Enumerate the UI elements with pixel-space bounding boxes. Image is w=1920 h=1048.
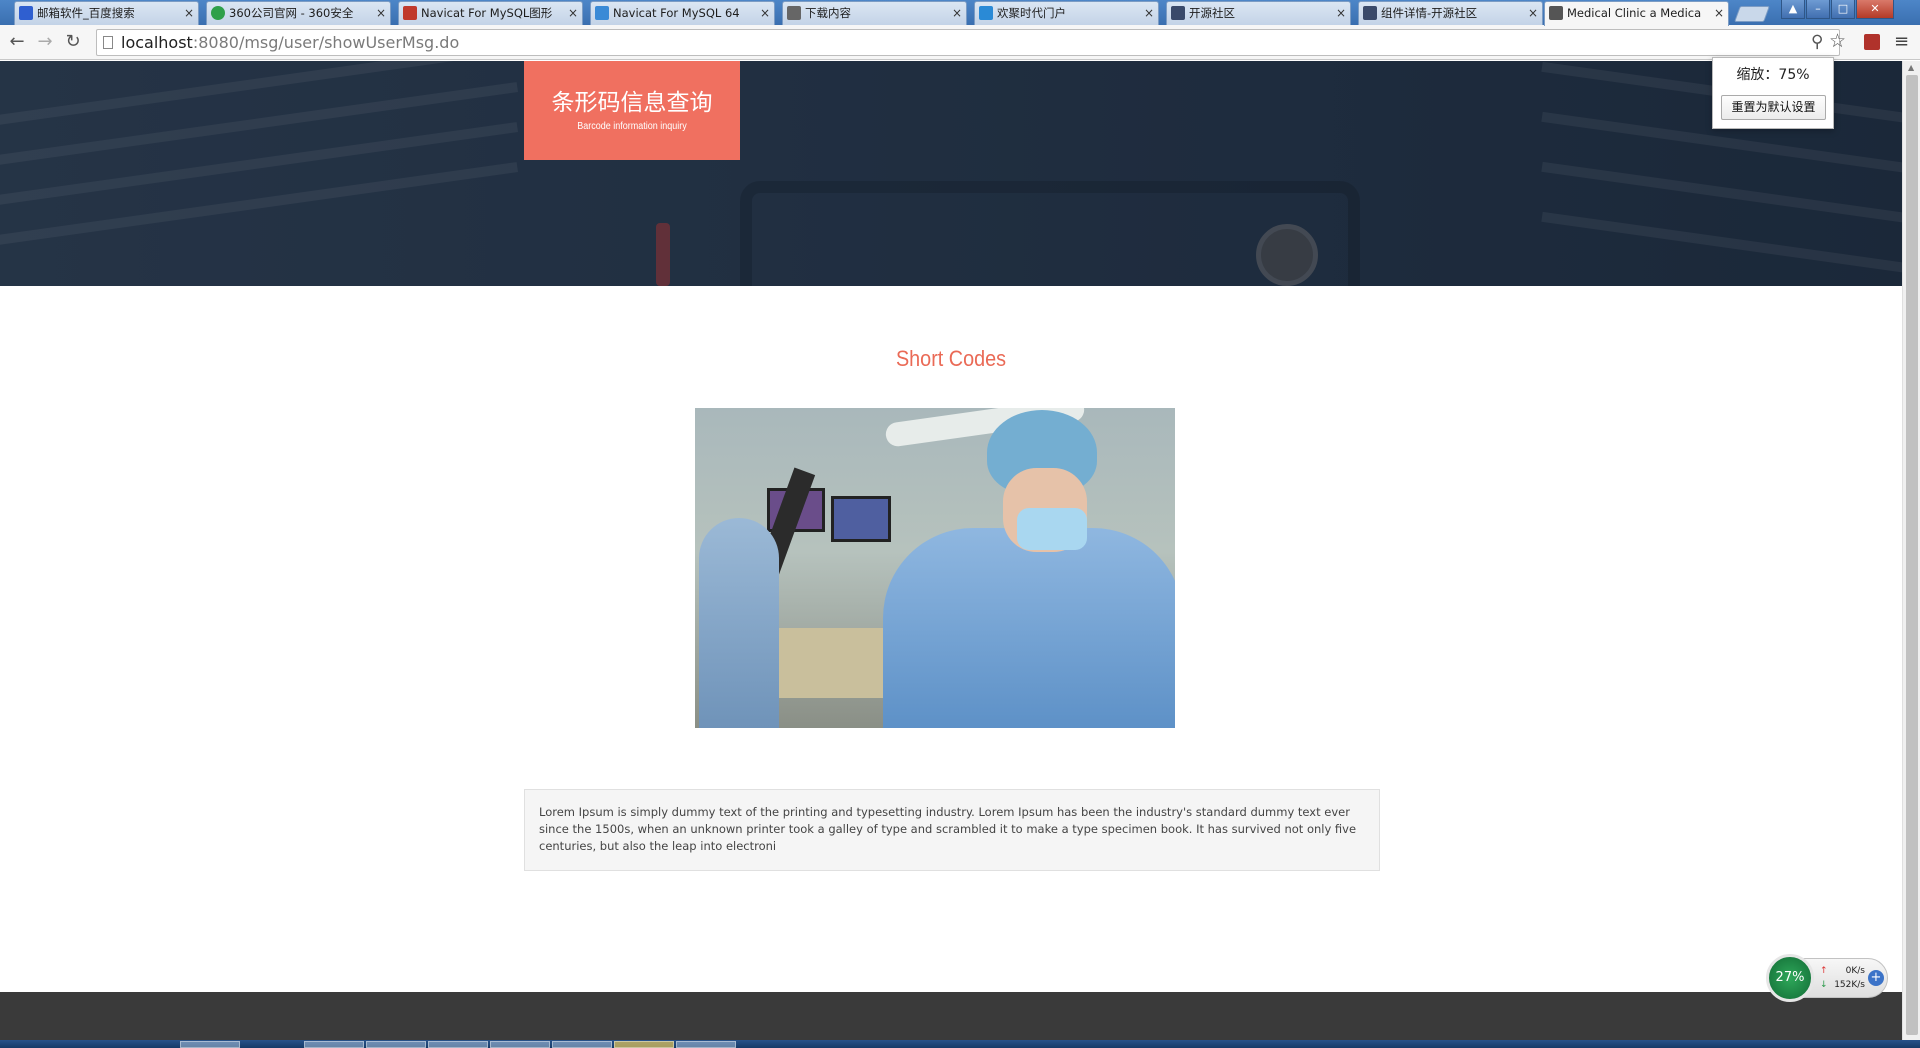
- zoom-level-text: 缩放：75%: [1736, 67, 1810, 83]
- tab-medical-clinic[interactable]: Medical Clinic a Medica ×: [1544, 1, 1729, 26]
- tab-oschina[interactable]: 开源社区 ×: [1166, 1, 1351, 25]
- forward-button[interactable]: →: [34, 31, 56, 53]
- tab-close-icon[interactable]: ×: [184, 2, 194, 24]
- tab-close-icon[interactable]: ×: [952, 2, 962, 24]
- tab-close-icon[interactable]: ×: [1528, 2, 1538, 24]
- hero-overlay: [0, 61, 1902, 286]
- taskbar-item[interactable]: [366, 1041, 426, 1048]
- navicat-favicon-icon: [403, 6, 417, 20]
- brand-subtitle: Barcode information inquiry: [577, 121, 687, 132]
- page-favicon-icon: [1549, 6, 1563, 20]
- taskbar-item[interactable]: [428, 1041, 488, 1048]
- tab-title: 开源社区: [1189, 6, 1235, 20]
- body-text: Lorem Ipsum is simply dummy text of the …: [539, 805, 1357, 853]
- paw-favicon-icon: [19, 6, 33, 20]
- pdf-extension-icon[interactable]: [1864, 34, 1880, 50]
- os-taskbar: [0, 1040, 1920, 1048]
- brand-logo-box[interactable]: 条形码信息查询 Barcode information inquiry: [524, 61, 740, 160]
- tab-strip: 邮箱软件_百度搜索 × 360公司官网 - 360安全 × Navicat Fo…: [0, 0, 1920, 26]
- address-bar[interactable]: localhost:8080/msg/user/showUserMsg.do ⚲…: [96, 29, 1846, 56]
- download-arrow-icon: ↓: [1820, 980, 1828, 990]
- tab-baidu-search[interactable]: 邮箱软件_百度搜索 ×: [14, 1, 199, 25]
- page-icon: [103, 36, 113, 49]
- tab-title: Medical Clinic a Medica: [1567, 6, 1702, 20]
- tab-title: Navicat For MySQL 64: [613, 6, 740, 20]
- brand-title: 条形码信息查询: [551, 90, 713, 116]
- zoom-icon[interactable]: ⚲: [1811, 32, 1823, 52]
- tab-close-icon[interactable]: ×: [1714, 2, 1724, 24]
- reload-button[interactable]: ↻: [62, 31, 84, 53]
- browser-toolbar: ← → ↻ localhost:8080/msg/user/showUserMs…: [0, 25, 1920, 60]
- download-site-favicon-icon: [595, 6, 609, 20]
- photo-part: [883, 528, 1175, 728]
- tab-title: 360公司官网 - 360安全: [229, 6, 354, 20]
- tab-title: Navicat For MySQL图形: [421, 6, 553, 20]
- surgery-photo: [695, 408, 1175, 728]
- upload-speed: 0K/s: [1845, 966, 1865, 976]
- back-button[interactable]: ←: [6, 31, 28, 53]
- photo-part: [699, 518, 779, 728]
- oschina-favicon-icon: [1363, 6, 1377, 20]
- download-speed: 152K/s: [1834, 980, 1865, 990]
- scroll-thumb[interactable]: [1906, 75, 1918, 1035]
- tab-360-official[interactable]: 360公司官网 - 360安全 ×: [206, 1, 391, 25]
- new-tab-button[interactable]: [1734, 6, 1770, 22]
- plus-icon[interactable]: +: [1868, 970, 1884, 986]
- tab-navicat-gui[interactable]: Navicat For MySQL图形 ×: [398, 1, 583, 25]
- tab-title: 下载内容: [805, 6, 851, 20]
- tab-close-icon[interactable]: ×: [1336, 2, 1346, 24]
- tab-title: 组件详情-开源社区: [1381, 6, 1478, 20]
- url-text[interactable]: localhost:8080/msg/user/showUserMsg.do: [121, 33, 459, 52]
- photo-part: [831, 496, 891, 542]
- tab-title: 欢聚时代门户: [997, 6, 1066, 20]
- url-path: :8080/msg/user/showUserMsg.do: [192, 33, 460, 52]
- tab-component-detail[interactable]: 组件详情-开源社区 ×: [1358, 1, 1543, 25]
- memory-usage-badge[interactable]: 27%: [1766, 954, 1814, 1002]
- taskbar-item[interactable]: [614, 1041, 674, 1048]
- taskbar-item[interactable]: [304, 1041, 364, 1048]
- maximize-button[interactable]: □: [1831, 0, 1855, 19]
- minimize-button[interactable]: –: [1806, 0, 1830, 19]
- tab-close-icon[interactable]: ×: [760, 2, 770, 24]
- tab-yy-portal[interactable]: 欢聚时代门户 ×: [974, 1, 1159, 25]
- tab-downloads[interactable]: 下载内容 ×: [782, 1, 967, 25]
- tab-title: 邮箱软件_百度搜索: [37, 6, 135, 20]
- yy-favicon-icon: [979, 6, 993, 20]
- page-viewport: 条形码信息查询 Barcode information inquiry Shor…: [0, 61, 1902, 1048]
- tab-navicat-64[interactable]: Navicat For MySQL 64 ×: [590, 1, 775, 25]
- section-title: Short Codes: [895, 346, 1007, 371]
- taskbar-item[interactable]: [552, 1041, 612, 1048]
- vertical-scrollbar[interactable]: ▲: [1902, 61, 1920, 1048]
- tab-close-icon[interactable]: ×: [376, 2, 386, 24]
- url-host: localhost: [121, 33, 193, 52]
- 360-favicon-icon: [211, 6, 225, 20]
- tab-close-icon[interactable]: ×: [1144, 2, 1154, 24]
- taskbar-item[interactable]: [180, 1041, 240, 1048]
- tab-close-icon[interactable]: ×: [568, 2, 578, 24]
- menu-icon[interactable]: ≡: [1894, 31, 1909, 52]
- oschina-favicon-icon: [1171, 6, 1185, 20]
- window-close-button[interactable]: ✕: [1856, 0, 1894, 19]
- taskbar-item[interactable]: [490, 1041, 550, 1048]
- taskbar-item[interactable]: [676, 1041, 736, 1048]
- reset-zoom-button[interactable]: 重置为默认设置: [1721, 95, 1826, 120]
- download-favicon-icon: [787, 6, 801, 20]
- lorem-text-box: Lorem Ipsum is simply dummy text of the …: [524, 789, 1380, 871]
- scroll-up-arrow-icon[interactable]: ▲: [1908, 63, 1914, 72]
- star-icon[interactable]: ☆: [1829, 30, 1846, 52]
- user-icon[interactable]: ▲: [1781, 0, 1805, 19]
- zoom-bubble: 缩放：75% 重置为默认设置: [1712, 57, 1834, 129]
- upload-arrow-icon: ↑: [1820, 966, 1828, 976]
- hero-banner: 条形码信息查询 Barcode information inquiry: [0, 61, 1902, 286]
- photo-part: [1017, 508, 1087, 550]
